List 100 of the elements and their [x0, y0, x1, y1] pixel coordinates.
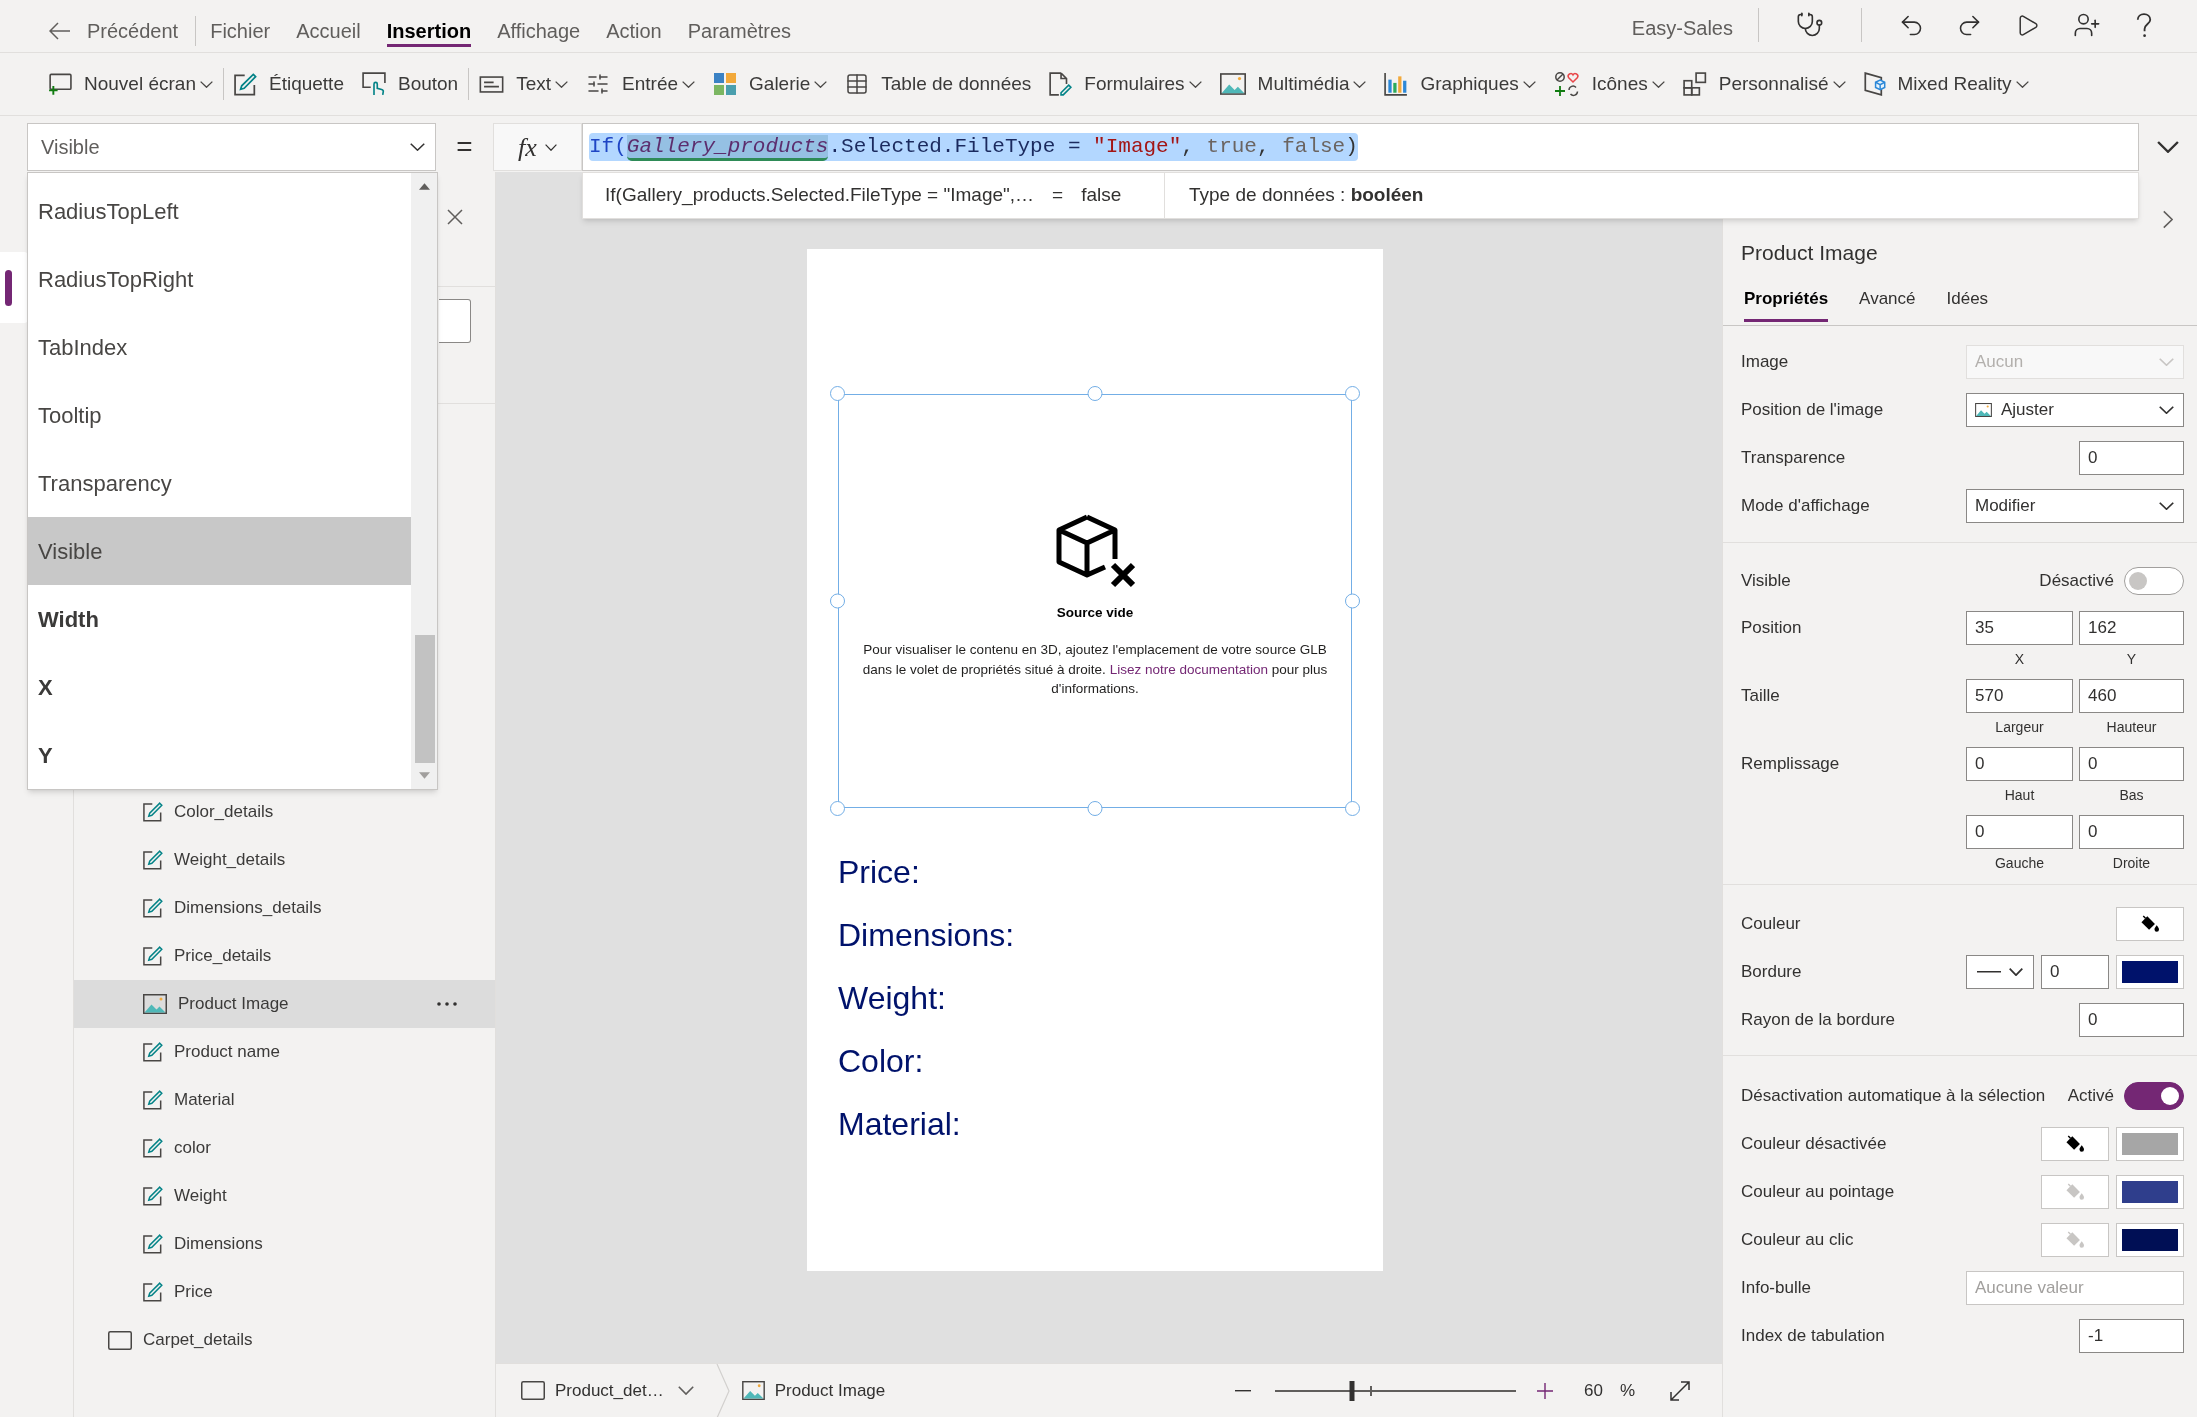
toolbar-button[interactable]: Mixed Reality	[1863, 64, 2029, 104]
toolbar-button[interactable]: Personnalisé	[1682, 64, 1846, 104]
panel-tab[interactable]: Avancé	[1859, 274, 1916, 322]
more-options-icon[interactable]	[437, 1002, 457, 1006]
toolbar-button[interactable]: Graphiques	[1384, 64, 1536, 104]
property-option[interactable]: X	[28, 653, 411, 721]
toolbar-button[interactable]: Bouton	[361, 64, 459, 104]
toolbar-button[interactable]: Icônes	[1553, 64, 1665, 104]
number-input[interactable]: 0	[2041, 955, 2109, 989]
number-input[interactable]: 0	[2079, 747, 2184, 781]
scroll-up-icon[interactable]	[418, 183, 430, 190]
property-dropdown[interactable]: Visible	[27, 123, 436, 171]
number-input[interactable]: 0	[1966, 815, 2073, 849]
zoom-in-icon[interactable]	[1536, 1382, 1553, 1399]
zoom-slider[interactable]	[1274, 1378, 1516, 1403]
fill-color-button[interactable]	[2116, 907, 2184, 941]
color-swatch-button[interactable]	[2116, 955, 2184, 989]
menu-tab[interactable]: Accueil	[296, 10, 361, 52]
breadcrumb-item[interactable]: Product Image	[741, 1370, 886, 1411]
resize-handle[interactable]	[1345, 386, 1360, 401]
tree-item[interactable]: Dimensions	[74, 1220, 495, 1268]
scrollbar-thumb[interactable]	[415, 635, 435, 763]
resize-handle[interactable]	[1345, 593, 1360, 609]
number-input[interactable]: -1	[2079, 1319, 2184, 1353]
viewer-frame[interactable]: Source vide Pour visualiser le contenu en 3D, ajoutez l'emplacement de votre source GLB dans le volet de propriétés situé à droite. Lisez notre documentation pour plus d'informations.	[838, 394, 1352, 808]
menu-tab[interactable]: Insertion	[386, 10, 472, 52]
menu-tab[interactable]: Affichage	[497, 10, 581, 52]
tree-item[interactable]: color	[74, 1124, 495, 1172]
property-label: Couleur au clic	[1741, 1229, 1854, 1252]
tree-item[interactable]: Material	[74, 1076, 495, 1124]
menu-tab[interactable]: Fichier	[210, 10, 271, 52]
number-input[interactable]: 570	[1966, 679, 2073, 713]
line-style-dropdown[interactable]	[1966, 955, 2034, 989]
number-input[interactable]: 0	[2079, 815, 2184, 849]
resize-handle[interactable]	[1087, 386, 1103, 401]
formula-input[interactable]: If(Gallery_products.Selected.FileType = "Image", true, false)	[582, 123, 2139, 171]
number-input[interactable]: 162	[2079, 611, 2184, 645]
stethoscope-icon[interactable]	[1796, 11, 1824, 39]
toolbar-button[interactable]: Étiquette	[233, 64, 344, 104]
documentation-link[interactable]: Lisez notre documentation	[1109, 661, 1268, 677]
tree-item[interactable]: Color_details	[74, 788, 495, 836]
tree-item[interactable]: Price_details	[74, 932, 495, 980]
search-field[interactable]	[439, 299, 471, 343]
fx-button[interactable]: fx	[493, 123, 582, 171]
breadcrumb-item[interactable]: Product_det…	[521, 1370, 694, 1411]
color-swatch-button[interactable]	[2116, 1127, 2184, 1161]
property-option[interactable]: RadiusTopLeft	[28, 177, 411, 245]
slider-thumb[interactable]	[1349, 1380, 1355, 1401]
toolbar-button[interactable]: Entrée	[586, 64, 696, 104]
tree-item[interactable]: Weight	[74, 1172, 495, 1220]
property-option[interactable]: Tooltip	[28, 381, 411, 449]
back-button[interactable]: Précédent	[49, 11, 179, 51]
tree-item[interactable]: Carpet_details	[74, 1316, 495, 1364]
toolbar-button[interactable]: Formulaires	[1049, 64, 1202, 104]
menu-tab[interactable]: Action	[606, 10, 662, 52]
toggle-switch[interactable]	[2124, 1082, 2184, 1110]
resize-handle[interactable]	[830, 593, 845, 609]
fill-color-button[interactable]	[2041, 1127, 2109, 1161]
number-input[interactable]: 460	[2079, 679, 2184, 713]
dropdown[interactable]: Modifier	[1966, 489, 2184, 523]
panel-tab[interactable]: Idées	[1946, 274, 1989, 322]
resize-handle[interactable]	[1345, 801, 1360, 816]
user-plus-icon[interactable]	[2073, 11, 2101, 39]
toolbar-button[interactable]: Text	[479, 64, 569, 104]
property-option[interactable]: Width	[28, 585, 411, 653]
help-icon[interactable]	[2136, 12, 2152, 38]
panel-tab[interactable]: Propriétés	[1744, 274, 1829, 322]
color-swatch-button[interactable]	[2116, 1175, 2184, 1209]
property-option[interactable]: Y	[28, 721, 411, 789]
tree-item[interactable]: Product Image	[74, 980, 495, 1028]
tree-item[interactable]: Price	[74, 1268, 495, 1316]
toolbar-button[interactable]: Nouvel écran	[48, 64, 213, 104]
tree-item[interactable]: Dimensions_details	[74, 884, 495, 932]
resize-handle[interactable]	[1087, 801, 1103, 816]
number-input[interactable]: 35	[1966, 611, 2073, 645]
toolbar-button[interactable]: Multimédia	[1219, 64, 1367, 104]
number-input[interactable]: 0	[2079, 1003, 2184, 1037]
dropdown[interactable]: Ajuster	[1966, 393, 2184, 427]
zoom-out-icon[interactable]	[1234, 1389, 1251, 1392]
resize-handle[interactable]	[830, 801, 845, 816]
chevron-right-icon[interactable]	[2163, 210, 2173, 229]
expand-chevron-icon[interactable]	[2157, 141, 2179, 153]
close-icon[interactable]	[447, 209, 463, 225]
tree-item[interactable]: Weight_details	[74, 836, 495, 884]
property-option[interactable]: Transparency	[28, 449, 411, 517]
toggle-switch[interactable]	[2124, 567, 2184, 595]
menu-tab[interactable]: Paramètres	[687, 10, 792, 52]
resize-handle[interactable]	[830, 386, 845, 401]
toolbar-button[interactable]: Table de données	[845, 64, 1032, 104]
number-input[interactable]: 0	[1966, 747, 2073, 781]
property-option[interactable]: Visible	[28, 517, 411, 585]
rail-tab[interactable]	[0, 252, 28, 323]
tree-item[interactable]: Product name	[74, 1028, 495, 1076]
toolbar-button[interactable]: Galerie	[713, 64, 828, 104]
diagonal-arrows-icon[interactable]	[1670, 1380, 1690, 1401]
property-option[interactable]: RadiusTopRight	[28, 245, 411, 313]
property-option[interactable]: TabIndex	[28, 313, 411, 381]
number-input[interactable]: 0	[2079, 441, 2184, 475]
scrollbar[interactable]	[411, 173, 437, 789]
color-swatch-button[interactable]	[2116, 1223, 2184, 1257]
